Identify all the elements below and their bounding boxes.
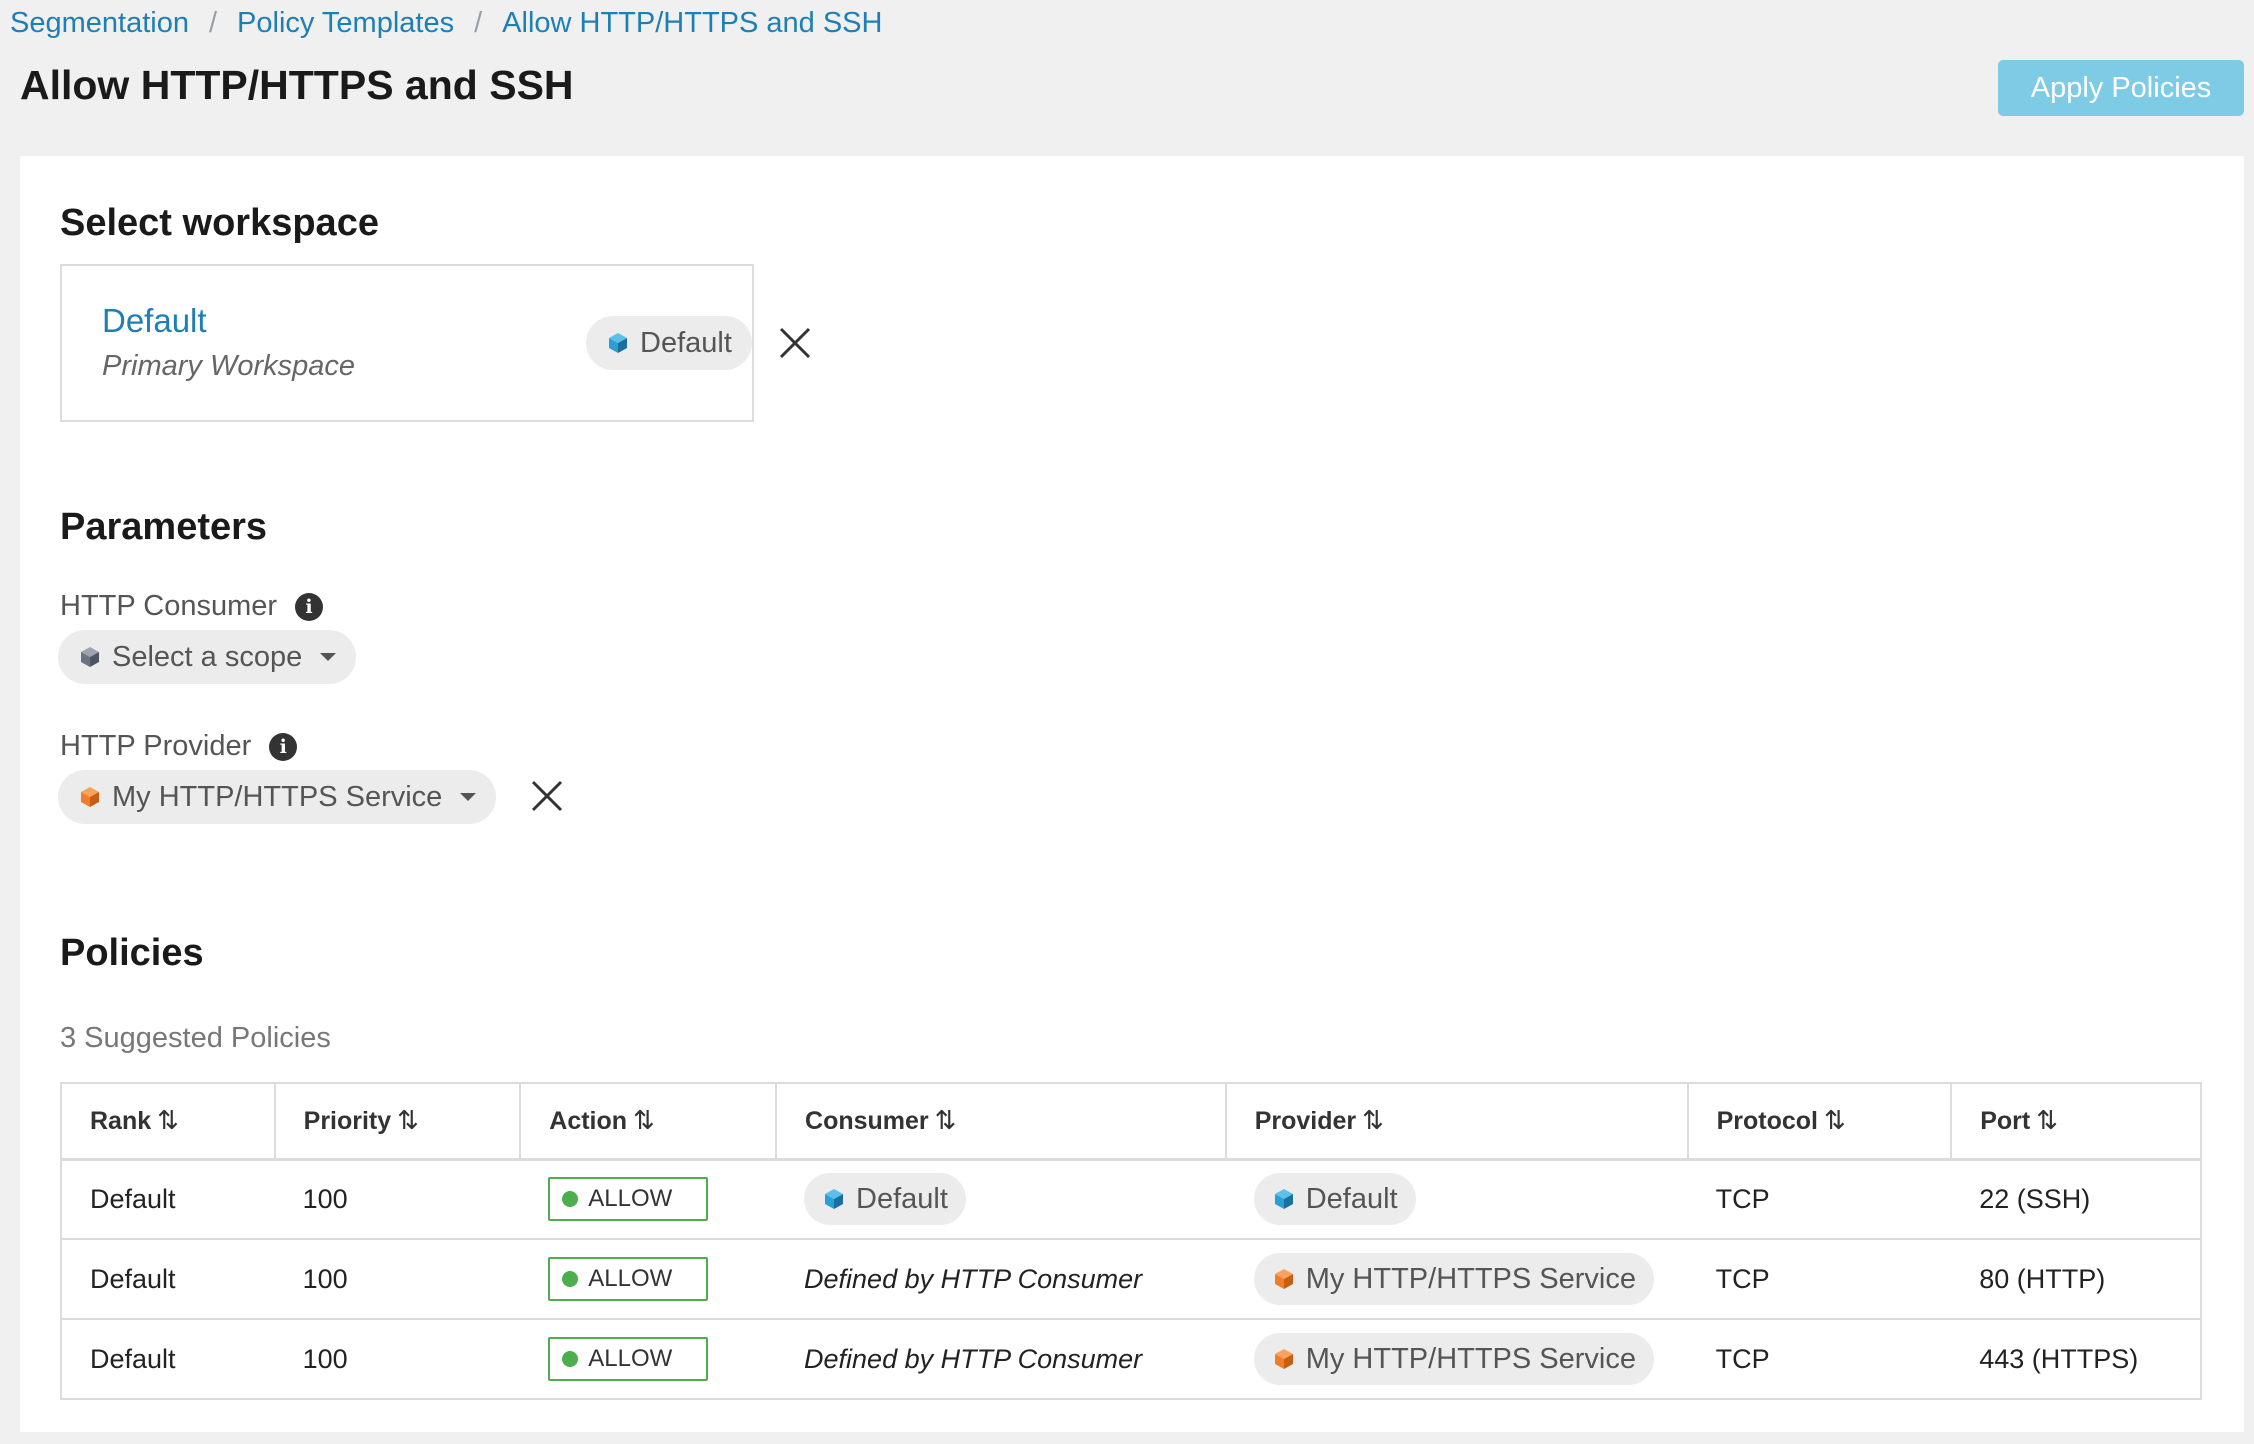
- column-header-port[interactable]: Port ⇅: [1951, 1083, 2201, 1161]
- workspace-name-link[interactable]: Default: [102, 302, 207, 340]
- sort-icon: ⇅: [397, 1105, 419, 1136]
- breadcrumb-separator: /: [208, 6, 218, 39]
- table-row: Default 100 ALLOW Default Default TCP 22…: [61, 1159, 2201, 1240]
- chevron-down-icon: [460, 793, 477, 801]
- select-workspace-title: Select workspace: [60, 202, 379, 244]
- template-card: Select workspace Default Primary Workspa…: [20, 156, 2244, 1432]
- cell-port: 443 (HTTPS): [1979, 1343, 2139, 1374]
- table-row: Default 100 ALLOW Defined by HTTP Consum…: [61, 1319, 2201, 1399]
- column-header-protocol[interactable]: Protocol ⇅: [1687, 1083, 1953, 1161]
- cell-protocol: TCP: [1715, 1343, 1770, 1374]
- policies-title: Policies: [60, 932, 204, 974]
- blue-cube-icon: [609, 333, 627, 353]
- provider-service-pill[interactable]: My HTTP/HTTPS Service: [1253, 1333, 1655, 1385]
- breadcrumb-policy-templates[interactable]: Policy Templates: [237, 7, 454, 40]
- breadcrumb-separator: /: [474, 6, 483, 39]
- status-dot-icon: [562, 1191, 579, 1208]
- chevron-down-icon: [320, 653, 337, 661]
- allow-badge: ALLOW: [548, 1337, 709, 1381]
- clear-workspace-close-icon[interactable]: [778, 326, 812, 360]
- http-consumer-label: HTTP Consumer i: [60, 590, 324, 623]
- orange-cube-icon: [81, 787, 99, 807]
- blue-cube-icon: [825, 1189, 844, 1210]
- provider-scope-pill[interactable]: Default: [1253, 1173, 1416, 1226]
- http-consumer-select[interactable]: Select a scope: [58, 630, 357, 684]
- http-provider-value: My HTTP/HTTPS Service: [112, 780, 443, 813]
- apply-policies-button[interactable]: Apply Policies: [1998, 60, 2244, 116]
- cell-rank: Default: [61, 1239, 275, 1320]
- workspace-scope-label: Default: [640, 326, 732, 359]
- cell-port: 80 (HTTP): [1951, 1239, 2201, 1320]
- cell-action: ALLOW: [520, 1159, 777, 1240]
- cell-port: 22 (SSH): [1951, 1159, 2201, 1240]
- column-header-provider[interactable]: Provider ⇅: [1225, 1083, 1689, 1161]
- workspace-card: Default Primary Workspace Default: [60, 264, 754, 422]
- http-provider-select[interactable]: My HTTP/HTTPS Service: [58, 770, 497, 824]
- http-provider-label-text: HTTP Provider: [60, 730, 252, 762]
- cell-priority: 100: [274, 1239, 521, 1320]
- http-consumer-label-text: HTTP Consumer: [60, 590, 278, 622]
- workspace-scope-pill: Default: [586, 316, 752, 370]
- cell-protocol: TCP: [1687, 1239, 1952, 1320]
- table-header-row: Rank ⇅ Priority ⇅ Action ⇅ Consumer ⇅ Provid…: [61, 1083, 2201, 1161]
- info-icon[interactable]: i: [295, 592, 324, 621]
- allow-badge: ALLOW: [548, 1177, 709, 1222]
- suggested-policies-count: 3 Suggested Policies: [60, 1022, 331, 1054]
- breadcrumb-current[interactable]: Allow HTTP/HTTPS and SSH: [502, 7, 882, 40]
- sort-icon: ⇅: [934, 1105, 957, 1136]
- cell-provider: My HTTP/HTTPS Service: [1225, 1239, 1688, 1320]
- page-title: Allow HTTP/HTTPS and SSH: [20, 62, 574, 108]
- breadcrumb: Segmentation / Policy Templates / Allow …: [10, 6, 882, 40]
- consumer-scope-pill[interactable]: Default: [804, 1173, 966, 1226]
- sort-icon: ⇅: [1823, 1105, 1846, 1136]
- clear-provider-close-icon[interactable]: [530, 779, 564, 813]
- cell-priority: 100: [274, 1159, 521, 1240]
- cell-provider: Default: [1225, 1159, 1688, 1240]
- orange-cube-icon: [1274, 1269, 1293, 1289]
- parameters-title: Parameters: [60, 506, 268, 548]
- gray-cube-icon: [81, 647, 99, 667]
- column-header-rank[interactable]: Rank ⇅: [61, 1083, 276, 1161]
- http-consumer-value: Select a scope: [112, 640, 303, 673]
- breadcrumb-segmentation[interactable]: Segmentation: [10, 7, 189, 40]
- table-row: Default 100 ALLOW Defined by HTTP Consum…: [61, 1239, 2201, 1320]
- cell-consumer: Default: [776, 1159, 1226, 1240]
- policies-table: Rank ⇅ Priority ⇅ Action ⇅ Consumer ⇅ Provid…: [60, 1082, 2202, 1400]
- cell-priority: 100: [302, 1343, 348, 1374]
- blue-cube-icon: [1274, 1189, 1293, 1210]
- provider-service-pill[interactable]: My HTTP/HTTPS Service: [1253, 1253, 1655, 1305]
- cell-consumer: Defined by HTTP Consumer: [776, 1239, 1226, 1320]
- cell-rank: Default: [61, 1159, 275, 1240]
- status-dot-icon: [562, 1271, 579, 1287]
- workspace-subtitle: Primary Workspace: [102, 350, 355, 382]
- column-header-priority[interactable]: Priority ⇅: [274, 1083, 522, 1161]
- cell-rank: Default: [90, 1343, 176, 1374]
- sort-icon: ⇅: [2036, 1105, 2058, 1136]
- cell-provider: My HTTP/HTTPS Service: [1226, 1319, 1688, 1399]
- cell-consumer: Defined by HTTP Consumer: [804, 1343, 1143, 1374]
- http-provider-label: HTTP Provider i: [60, 730, 298, 763]
- sort-icon: ⇅: [633, 1105, 655, 1136]
- cell-action: ALLOW: [520, 1239, 777, 1320]
- cell-action: ALLOW: [520, 1319, 776, 1399]
- allow-badge: ALLOW: [548, 1257, 709, 1301]
- sort-icon: ⇅: [1362, 1105, 1384, 1136]
- column-header-consumer[interactable]: Consumer ⇅: [776, 1083, 1227, 1161]
- orange-cube-icon: [1274, 1349, 1293, 1369]
- column-header-action[interactable]: Action ⇅: [520, 1083, 778, 1161]
- status-dot-icon: [562, 1351, 579, 1367]
- cell-protocol: TCP: [1687, 1159, 1952, 1240]
- info-icon[interactable]: i: [269, 732, 298, 761]
- sort-icon: ⇅: [157, 1105, 179, 1136]
